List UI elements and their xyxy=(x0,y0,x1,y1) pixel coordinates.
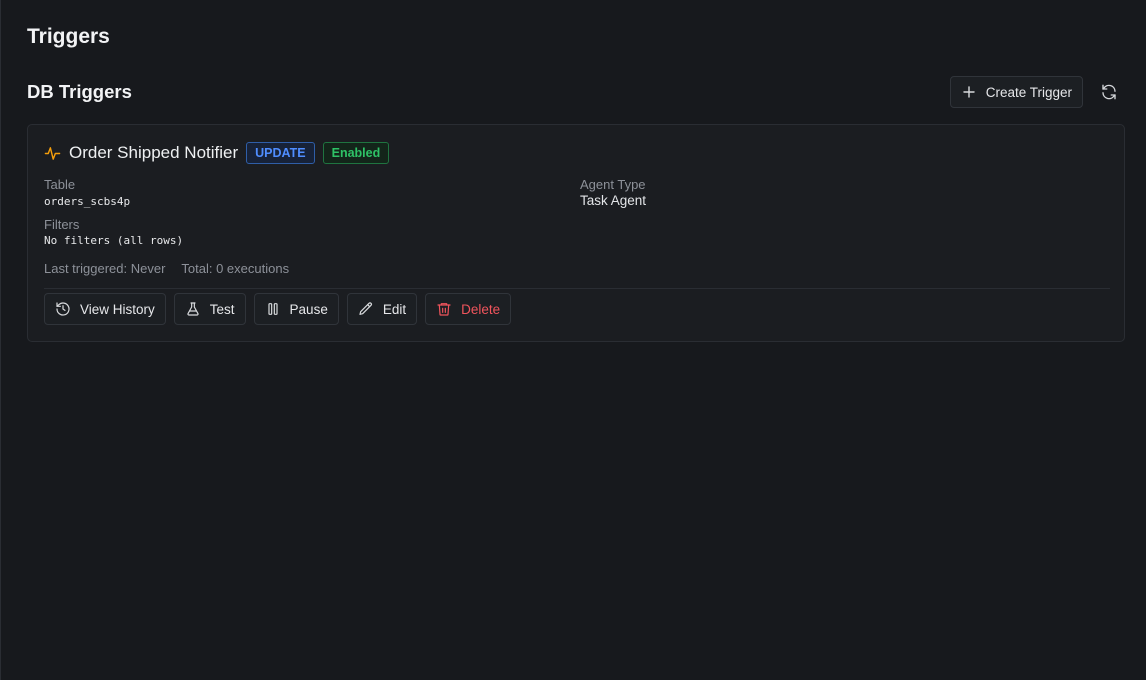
status-badge: Enabled xyxy=(322,142,390,164)
edit-button[interactable]: Edit xyxy=(346,293,418,325)
plus-icon xyxy=(963,86,975,98)
section-header: DB Triggers Create Trigger xyxy=(27,76,1125,108)
test-label: Test xyxy=(209,301,235,317)
refresh-button[interactable] xyxy=(1093,76,1125,108)
trigger-name: Order Shipped Notifier xyxy=(69,143,239,162)
filters-value: No filters (all rows) xyxy=(44,234,184,247)
app-frame: Triggers DB Triggers Create Trigger Orde… xyxy=(0,0,1146,680)
last-triggered: Last triggered: Never xyxy=(44,261,166,276)
delete-button[interactable]: Delete xyxy=(425,293,512,325)
refresh-icon xyxy=(1102,84,1116,100)
pencil-icon xyxy=(359,302,372,315)
delete-label: Delete xyxy=(461,301,501,317)
total-executions: Total: 0 executions xyxy=(181,261,290,276)
agent-type-label: Agent Type xyxy=(580,177,646,192)
pause-label: Pause xyxy=(289,301,328,317)
pause-icon xyxy=(267,303,278,315)
trigger-meta: Last triggered: Never Total: 0 execution… xyxy=(44,261,289,276)
trigger-card: Order Shipped Notifier UPDATE Enabled Ta… xyxy=(27,124,1125,342)
filters-label: Filters xyxy=(44,217,80,232)
table-value: orders_scbs4p xyxy=(44,195,131,208)
divider xyxy=(44,288,1110,289)
trigger-card-header: Order Shipped Notifier UPDATE Enabled xyxy=(44,142,390,164)
trash-icon xyxy=(437,303,451,316)
history-icon xyxy=(56,302,70,316)
agent-type-value: Task Agent xyxy=(580,193,647,208)
test-button[interactable]: Test xyxy=(173,293,246,325)
trigger-actions: View History Test Pause Edit Delete xyxy=(44,293,512,325)
pause-button[interactable]: Pause xyxy=(253,293,339,325)
activity-pulse-icon xyxy=(44,145,61,162)
section-title: DB Triggers xyxy=(27,81,132,102)
create-trigger-label: Create Trigger xyxy=(985,84,1072,100)
flask-icon xyxy=(187,302,199,316)
event-badge: UPDATE xyxy=(246,142,315,164)
header-actions: Create Trigger xyxy=(949,76,1125,108)
edit-label: Edit xyxy=(382,301,407,317)
table-label: Table xyxy=(44,177,76,192)
page-title: Triggers xyxy=(27,25,110,48)
view-history-label: View History xyxy=(80,301,155,317)
view-history-button[interactable]: View History xyxy=(44,293,166,325)
create-trigger-button[interactable]: Create Trigger xyxy=(949,76,1083,108)
